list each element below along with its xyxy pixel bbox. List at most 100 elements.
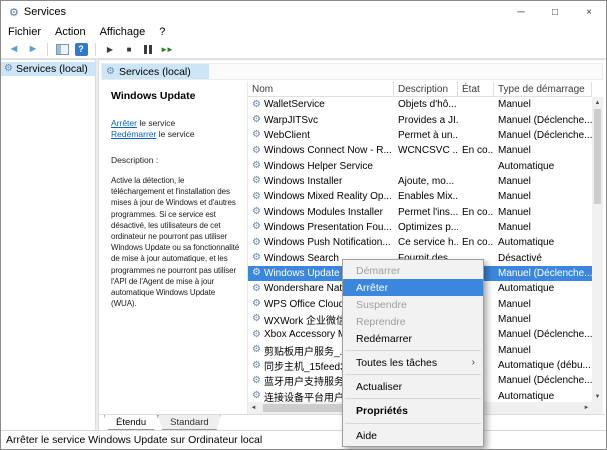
menu-help[interactable]: ? (152, 26, 172, 38)
service-gear-icon: ⚙ (252, 282, 261, 294)
title-bar[interactable]: ⚙ Services ─ □ × (1, 1, 606, 23)
back-button[interactable]: ◄ (6, 42, 22, 57)
column-header-description[interactable]: Description (394, 82, 458, 96)
table-row[interactable]: ⚙ WarpJITSvc Provides a JI... Manuel (Dé… (248, 112, 592, 127)
service-name: 剪贴板用户服务_... (263, 346, 348, 358)
stop-service-link-suffix: le service (136, 118, 176, 128)
toolbar-separator (95, 42, 96, 56)
list-header: ˆ Nom Description État Type de démarrage (248, 82, 592, 97)
service-name: Windows Modules Installer (263, 206, 383, 218)
menu-fichier[interactable]: Fichier (1, 26, 48, 38)
menu-item-aide[interactable]: Aide (343, 427, 483, 444)
service-state (458, 112, 494, 127)
menu-item-toutes-les-taches[interactable]: Toutes les tâches › (343, 354, 483, 371)
restart-service-link-suffix: le service (156, 129, 195, 139)
vertical-scrollbar-thumb[interactable] (594, 109, 601, 204)
table-row[interactable]: ⚙ Windows Modules Installer Permet l'ins… (248, 204, 592, 219)
table-row[interactable]: ⚙ Windows Installer Ajoute, mo... Manuel (248, 174, 592, 189)
stop-service-link[interactable]: Arrêter (111, 118, 137, 128)
service-gear-icon: ⚙ (252, 313, 261, 325)
pause-service-button[interactable] (140, 42, 156, 57)
service-name: 连接设备平台用户... (263, 392, 353, 402)
service-name: Windows Presentation Fou... (263, 221, 392, 233)
menu-action[interactable]: Action (48, 26, 93, 38)
restart-service-link[interactable]: Redémarrer (111, 129, 156, 139)
tree-item-services-local[interactable]: ⚙ Services (local) (1, 62, 95, 76)
panel-header-chip[interactable]: ⚙ Services (local) (102, 64, 209, 79)
table-row[interactable]: ⚙ Windows Push Notification... Ce servic… (248, 235, 592, 250)
service-startup-type: Automatique (498, 390, 555, 402)
service-name: Windows Installer (263, 175, 343, 187)
table-row[interactable]: ⚙ Windows Presentation Fou... Optimizes … (248, 220, 592, 235)
tab-standard[interactable]: Standard (158, 415, 221, 430)
start-service-button[interactable]: ▶ (102, 42, 118, 57)
description-label: Description : (111, 155, 159, 165)
service-state (458, 97, 494, 112)
menu-item-proprietes[interactable]: Propriétés (343, 402, 483, 420)
maximize-button[interactable]: □ (538, 1, 572, 23)
table-row[interactable]: ⚙ Windows Mixed Reality Op... Enables Mi… (248, 189, 592, 204)
scroll-right-icon[interactable]: ► (581, 403, 592, 414)
scroll-down-icon[interactable]: ▼ (592, 391, 603, 402)
menu-separator (345, 350, 481, 351)
panel-header-gear-icon: ⚙ (106, 65, 115, 77)
service-startup-type: Manuel (498, 206, 531, 218)
table-row[interactable]: ⚙ WalletService Objets d'hô... Manuel (248, 97, 592, 112)
vertical-scrollbar[interactable]: ▲ ▼ (592, 97, 603, 402)
tree-item-label: Services (local) (15, 63, 88, 75)
service-startup-type: Automatique (498, 237, 555, 249)
help-icon: ? (74, 42, 88, 56)
service-description (394, 158, 458, 173)
service-gear-icon: ⚙ (252, 298, 261, 310)
service-startup-type: Manuel (498, 145, 531, 157)
table-row[interactable]: ⚙ WebClient Permet à un... Manuel (Décle… (248, 128, 592, 143)
help-button[interactable]: ? (73, 42, 89, 57)
service-state (458, 128, 494, 143)
tab-etendu[interactable]: Étendu (104, 415, 158, 430)
table-row[interactable]: ⚙ Windows Connect Now - R... WCNCSVC ...… (248, 143, 592, 158)
service-startup-type: Manuel (498, 298, 531, 310)
menu-affichage[interactable]: Affichage (93, 26, 153, 38)
menu-bar: Fichier Action Affichage ? (1, 23, 606, 40)
forward-button[interactable]: ► (25, 42, 41, 57)
service-state: En co... (462, 206, 494, 218)
service-gear-icon: ⚙ (252, 328, 261, 340)
menu-item-demarrer[interactable]: Démarrer (343, 262, 483, 279)
scroll-left-icon[interactable]: ◄ (248, 403, 259, 414)
console-tree-panel: ⚙ Services (local) (1, 59, 96, 431)
service-startup-type: Manuel (Déclenche... (498, 129, 592, 141)
service-startup-type: Automatique (498, 160, 555, 172)
column-header-etat[interactable]: État (458, 82, 494, 96)
service-state (458, 158, 494, 173)
service-startup-type: Manuel (498, 313, 531, 325)
service-state (458, 220, 494, 235)
service-startup-type: Manuel (498, 191, 531, 203)
service-startup-type: Manuel (Déclenche... (498, 114, 592, 126)
status-text: Arrêter le service Windows Update sur Or… (6, 434, 263, 446)
menu-item-arreter[interactable]: Arrêter (343, 279, 483, 296)
service-startup-type: Manuel (Déclenche... (498, 375, 592, 387)
scroll-up-icon[interactable]: ▲ (592, 97, 603, 108)
minimize-button[interactable]: ─ (504, 1, 538, 23)
column-header-type-demarrage[interactable]: Type de démarrage (494, 82, 592, 96)
column-header-nom[interactable]: ˆ Nom (248, 82, 394, 96)
service-description: Optimizes p... (398, 221, 458, 233)
menu-item-suspendre[interactable]: Suspendre (343, 296, 483, 313)
toolbar: ◄ ► ? ▶ ■ ►► (1, 40, 606, 59)
show-console-tree-button[interactable] (54, 42, 70, 57)
restart-service-button[interactable]: ►► (159, 42, 175, 57)
menu-item-redemarrer[interactable]: Redémarrer (343, 330, 483, 347)
service-name: WalletService (263, 99, 325, 111)
service-startup-type: Manuel (498, 175, 531, 187)
scrollbar-corner (592, 402, 603, 414)
menu-item-reprendre[interactable]: Reprendre (343, 313, 483, 330)
pause-icon (144, 44, 152, 54)
service-description-text: Active la détection, le téléchargement e… (111, 176, 240, 309)
stop-service-button[interactable]: ■ (121, 42, 137, 57)
service-name: Windows Mixed Reality Op... (263, 191, 392, 203)
service-gear-icon: ⚙ (252, 129, 261, 141)
service-name: Windows Push Notification... (263, 237, 391, 249)
menu-item-actualiser[interactable]: Actualiser (343, 378, 483, 395)
close-button[interactable]: × (572, 1, 606, 23)
table-row[interactable]: ⚙ Windows Helper Service Automatique (248, 158, 592, 173)
